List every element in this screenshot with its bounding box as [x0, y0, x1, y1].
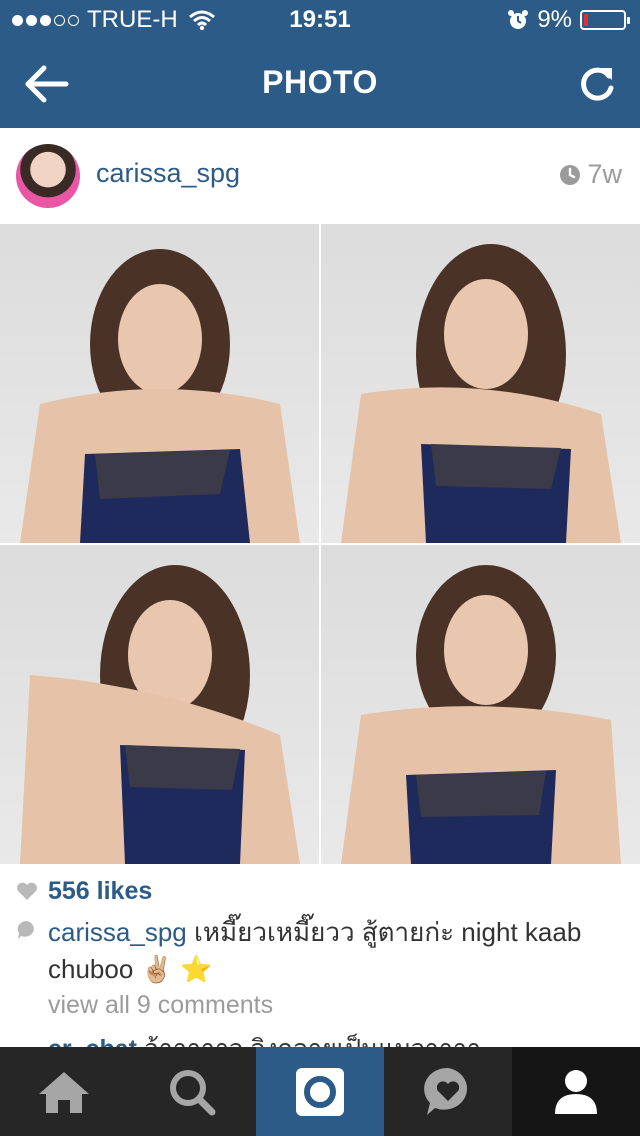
photo-panel-4: [321, 545, 640, 864]
heart-bubble-icon: [424, 1067, 468, 1115]
photo-panel-2: [321, 224, 640, 543]
tab-activity[interactable]: [384, 1047, 512, 1136]
view-all-comments-link[interactable]: view all 9 comments: [48, 991, 273, 1020]
refresh-icon[interactable]: [578, 62, 618, 106]
tab-camera[interactable]: [256, 1047, 384, 1136]
battery-percent: 9%: [537, 6, 572, 33]
avatar[interactable]: [16, 144, 80, 208]
top-bar: TRUE-H 19:51 9% PHOTO: [0, 0, 640, 128]
tab-explore[interactable]: [128, 1047, 256, 1136]
post-time: 7w: [559, 159, 622, 190]
profile-icon: [555, 1069, 597, 1114]
caption: carissa_spg เหมี๊ยวเหมี๊ยวว สู้ตายก่ะ ni…: [16, 914, 626, 988]
tab-profile[interactable]: [512, 1047, 640, 1136]
battery-icon: [580, 10, 630, 30]
post-header: carissa_spg 7w: [0, 128, 640, 225]
time-ago-label: 7w: [587, 159, 622, 189]
tab-bar: [0, 1047, 640, 1136]
status-right: 9%: [507, 6, 630, 34]
likes-row[interactable]: 556 likes: [16, 876, 152, 906]
likes-count[interactable]: 556 likes: [48, 877, 152, 906]
post-photo[interactable]: [0, 224, 640, 864]
caption-username[interactable]: carissa_spg: [48, 917, 187, 947]
clock-icon: [560, 164, 581, 185]
home-icon: [39, 1071, 89, 1113]
camera-icon: [296, 1067, 344, 1116]
search-icon: [170, 1069, 216, 1115]
alarm-icon: [508, 10, 529, 29]
heart-icon: [17, 882, 37, 900]
photo-panel-3: [0, 545, 319, 864]
photo-panel-1: [0, 224, 319, 543]
comment-icon: [17, 920, 34, 939]
post-username[interactable]: carissa_spg: [96, 158, 240, 189]
status-bar: TRUE-H 19:51 9%: [0, 0, 640, 40]
tab-home[interactable]: [0, 1047, 128, 1136]
page-title: PHOTO: [262, 64, 378, 100]
